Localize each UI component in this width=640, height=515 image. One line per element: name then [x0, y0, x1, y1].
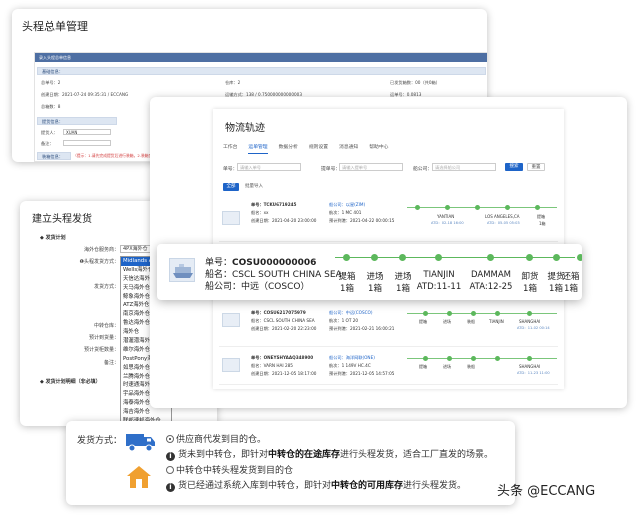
- radio-unselected[interactable]: [166, 466, 174, 474]
- section-basic: 基础信息：: [37, 67, 486, 75]
- ship-thumbnail: [222, 313, 240, 327]
- label-method: 发货方式：: [93, 284, 119, 290]
- carrier-select[interactable]: 请选择船公司: [432, 163, 496, 171]
- tab-messages[interactable]: 消息通知: [339, 143, 358, 154]
- filter-label-bl: 提单号：: [321, 167, 341, 172]
- stage-name: TIANJIN: [423, 270, 455, 280]
- timeline-dot: [343, 254, 350, 261]
- filter-label-no: 单号：: [223, 167, 238, 172]
- warehouse-icon: [126, 465, 152, 493]
- section-detail: ◆ 发货计划明细（非必填）: [40, 379, 101, 385]
- stage-sub: ATA:12-25: [469, 282, 513, 292]
- tab-waybill[interactable]: 运单管理: [248, 143, 268, 154]
- timeline-dot: [553, 254, 560, 261]
- field-total-boxes: 总箱数：8: [41, 104, 61, 109]
- shipping-method-label: 发货方式：: [77, 436, 123, 446]
- table-row[interactable]: 单号：COSU6217075979 船名：CSCL SOUTH CHINA SE…: [219, 305, 558, 347]
- field-boxes-shipped: 已发货箱数：00（共0箱）: [390, 80, 440, 85]
- tab-help[interactable]: 帮助中心: [369, 143, 388, 154]
- stage-name: 还箱: [562, 272, 580, 282]
- timeline-dot: [399, 254, 406, 261]
- label-container-qty: 预计货柜数量：: [83, 347, 119, 353]
- stage-name: 卸货: [521, 272, 539, 282]
- tab-workbench[interactable]: 工作台: [223, 143, 237, 154]
- label-transit-wh: 中转仓库：: [93, 323, 119, 329]
- tab-rules[interactable]: 规则设置: [309, 143, 328, 154]
- stage-sub: 1箱: [340, 284, 354, 294]
- timeline-dot: [577, 254, 582, 261]
- radio-selected[interactable]: [166, 435, 174, 443]
- shipping-method-card: 发货方式： 供应商代发到目的仓。 i 货未到中转仓，即针对中转仓的在途库存进行头程…: [66, 421, 515, 505]
- ship-thumbnail: [222, 211, 240, 225]
- page-title: 物流轨迹: [225, 123, 265, 134]
- ship-icon: [169, 258, 195, 282]
- stage-name: 进场: [394, 272, 412, 282]
- tab-analytics[interactable]: 数据分析: [279, 143, 298, 154]
- section-plan: ◆ 发货计划: [40, 235, 66, 241]
- label-picker: 提货人：: [41, 130, 58, 135]
- tab-import[interactable]: 批量导入: [241, 183, 267, 191]
- reset-button[interactable]: 重置: [527, 163, 545, 171]
- stage-name: 提箱: [338, 272, 356, 282]
- option-supplier-direct[interactable]: 供应商代发到目的仓。: [166, 432, 266, 445]
- timeline-dot: [435, 254, 442, 261]
- no-input[interactable]: 请输入单号: [237, 163, 301, 171]
- tab-all[interactable]: 全部: [223, 183, 239, 191]
- section-shipping: 提货信息：: [37, 117, 117, 125]
- page-title: 头程总单管理: [22, 20, 88, 33]
- timeline-dot: [526, 254, 533, 261]
- search-button[interactable]: 搜索: [505, 163, 523, 171]
- label-expected-qty: 预计到货量：: [88, 335, 119, 341]
- stage-name: DAMMAM: [470, 270, 512, 280]
- info-icon: i: [166, 452, 175, 461]
- stage-sub: 1箱: [564, 284, 578, 294]
- label-remark: 备注：: [41, 141, 54, 146]
- field-created: 创建日期：2021-07-24 09:35:31 / ECCANG: [41, 92, 129, 97]
- stage-sub: 1箱: [368, 284, 382, 294]
- timeline-dot: [371, 254, 378, 261]
- page-title: 建立头程发货: [32, 214, 92, 225]
- section-packing: 装箱信息：: [37, 152, 71, 160]
- stage-sub: ATD:11-11: [416, 282, 462, 292]
- ship-thumbnail: [222, 358, 240, 372]
- popup-company: 船公司：中远（COSCO）: [205, 282, 310, 292]
- stage-sub: 1箱: [523, 284, 537, 294]
- option2-desc: i 货已经通过系统入库到中转仓，即针对中转仓的可用库存进行头程发货。: [166, 478, 466, 492]
- field-order-no: 总单号：2: [41, 80, 61, 85]
- info-icon: i: [166, 483, 175, 492]
- filter-label-carrier: 船公司：: [413, 167, 433, 172]
- label-remark: 备注：: [103, 360, 119, 366]
- dropdown-option[interactable]: 海吉海外仓: [121, 408, 171, 417]
- form-header: 录入头程总单信息: [35, 53, 487, 62]
- remark-input[interactable]: [63, 140, 111, 146]
- field-warehouse: 仓库：2: [225, 80, 241, 85]
- stage-sub: 1箱: [396, 284, 410, 294]
- table-row[interactable]: 单号：ONEYSHYAAQ348900 船名：VARN HAI 285 创建日期…: [219, 349, 558, 385]
- table-row[interactable]: 单号：TCKU6719245 船名：xx 创建日期：2021-04-20 23:…: [219, 197, 558, 242]
- timeline-dot: [487, 254, 494, 261]
- tracking-detail-popup: 单号：COSU000000006 船名：CSCL SOUTH CHINA SEA…: [157, 244, 582, 300]
- stage-name: 进场: [366, 272, 384, 282]
- option1-desc: i 货未到中转仓，即针对中转仓的在途库存进行头程发货，适合工厂直发的场景。: [166, 447, 493, 461]
- watermark: 头条 @ECCANG: [497, 484, 596, 499]
- label-provider: 海外仓服务商：: [83, 247, 119, 253]
- label-shipping-mode: ❶头程发货方式：: [79, 259, 120, 265]
- option-transit-warehouse[interactable]: 中转仓中转头程发货到目的仓: [166, 463, 293, 476]
- picker-input[interactable]: XUAN: [63, 129, 111, 135]
- nav-tabs: 工作台 运单管理 数据分析 规则设置 消息通知 帮助中心: [223, 143, 399, 154]
- bl-input[interactable]: 请输入提单号: [339, 163, 403, 171]
- truck-icon: [126, 431, 156, 457]
